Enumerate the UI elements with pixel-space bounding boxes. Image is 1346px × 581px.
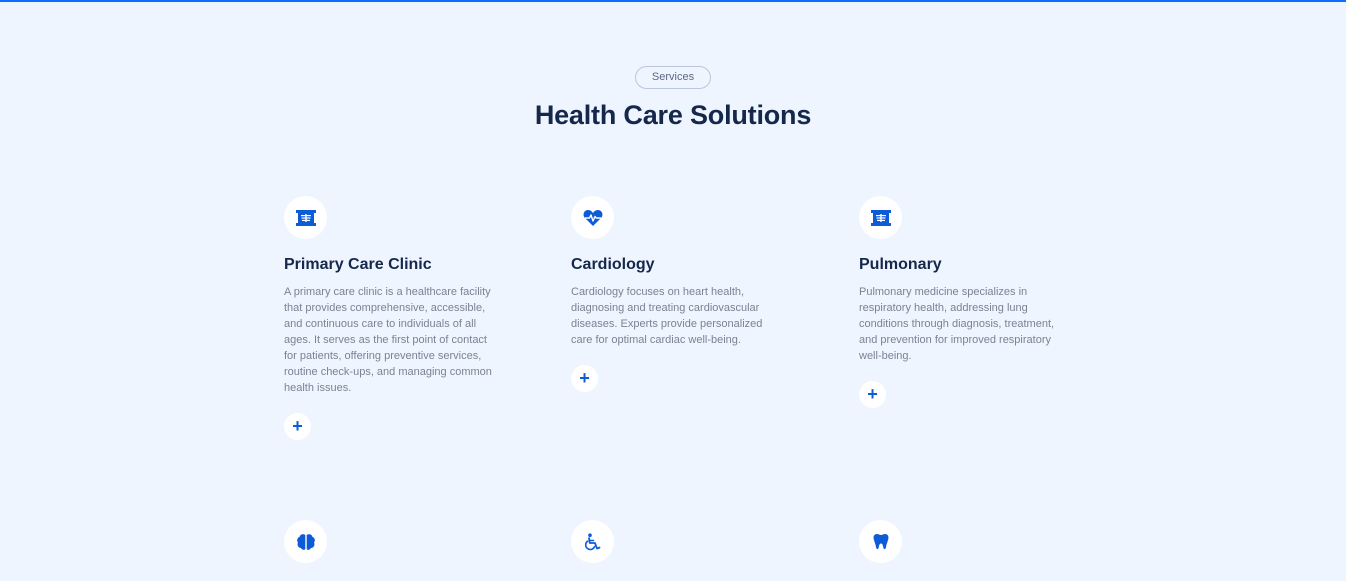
x-ray-icon — [284, 196, 327, 239]
service-card-primary-care: Primary Care Clinic A primary care clini… — [284, 196, 499, 440]
service-title: Pulmonary — [859, 256, 942, 273]
service-description: Cardiology focuses on heart health, diag… — [571, 286, 763, 346]
section-title: Health Care Solutions — [534, 100, 812, 130]
brain-icon — [284, 520, 327, 563]
tooth-icon — [859, 520, 902, 563]
section-badge: Services — [634, 66, 712, 89]
service-description: A primary care clinic is a healthcare fa… — [284, 286, 492, 394]
service-card-neurology — [284, 520, 499, 563]
top-accent-bar — [0, 0, 1346, 2]
heart-pulse-icon — [571, 196, 614, 239]
service-card-pulmonary: Pulmonary Pulmonary medicine specializes… — [859, 196, 1074, 408]
wheelchair-icon — [571, 520, 614, 563]
service-card-cardiology: Cardiology Cardiology focuses on heart h… — [571, 196, 786, 392]
service-card-accessibility — [571, 520, 786, 563]
service-description: Pulmonary medicine specializes in respir… — [859, 286, 1055, 362]
expand-button[interactable]: + — [571, 365, 598, 392]
section-header: Services Health Care Solutions — [0, 66, 1346, 131]
x-ray-icon — [859, 196, 902, 239]
service-title: Cardiology — [571, 256, 655, 273]
service-card-dental — [859, 520, 1074, 563]
expand-button[interactable]: + — [859, 381, 886, 408]
expand-button[interactable]: + — [284, 413, 311, 440]
service-title: Primary Care Clinic — [284, 256, 432, 273]
